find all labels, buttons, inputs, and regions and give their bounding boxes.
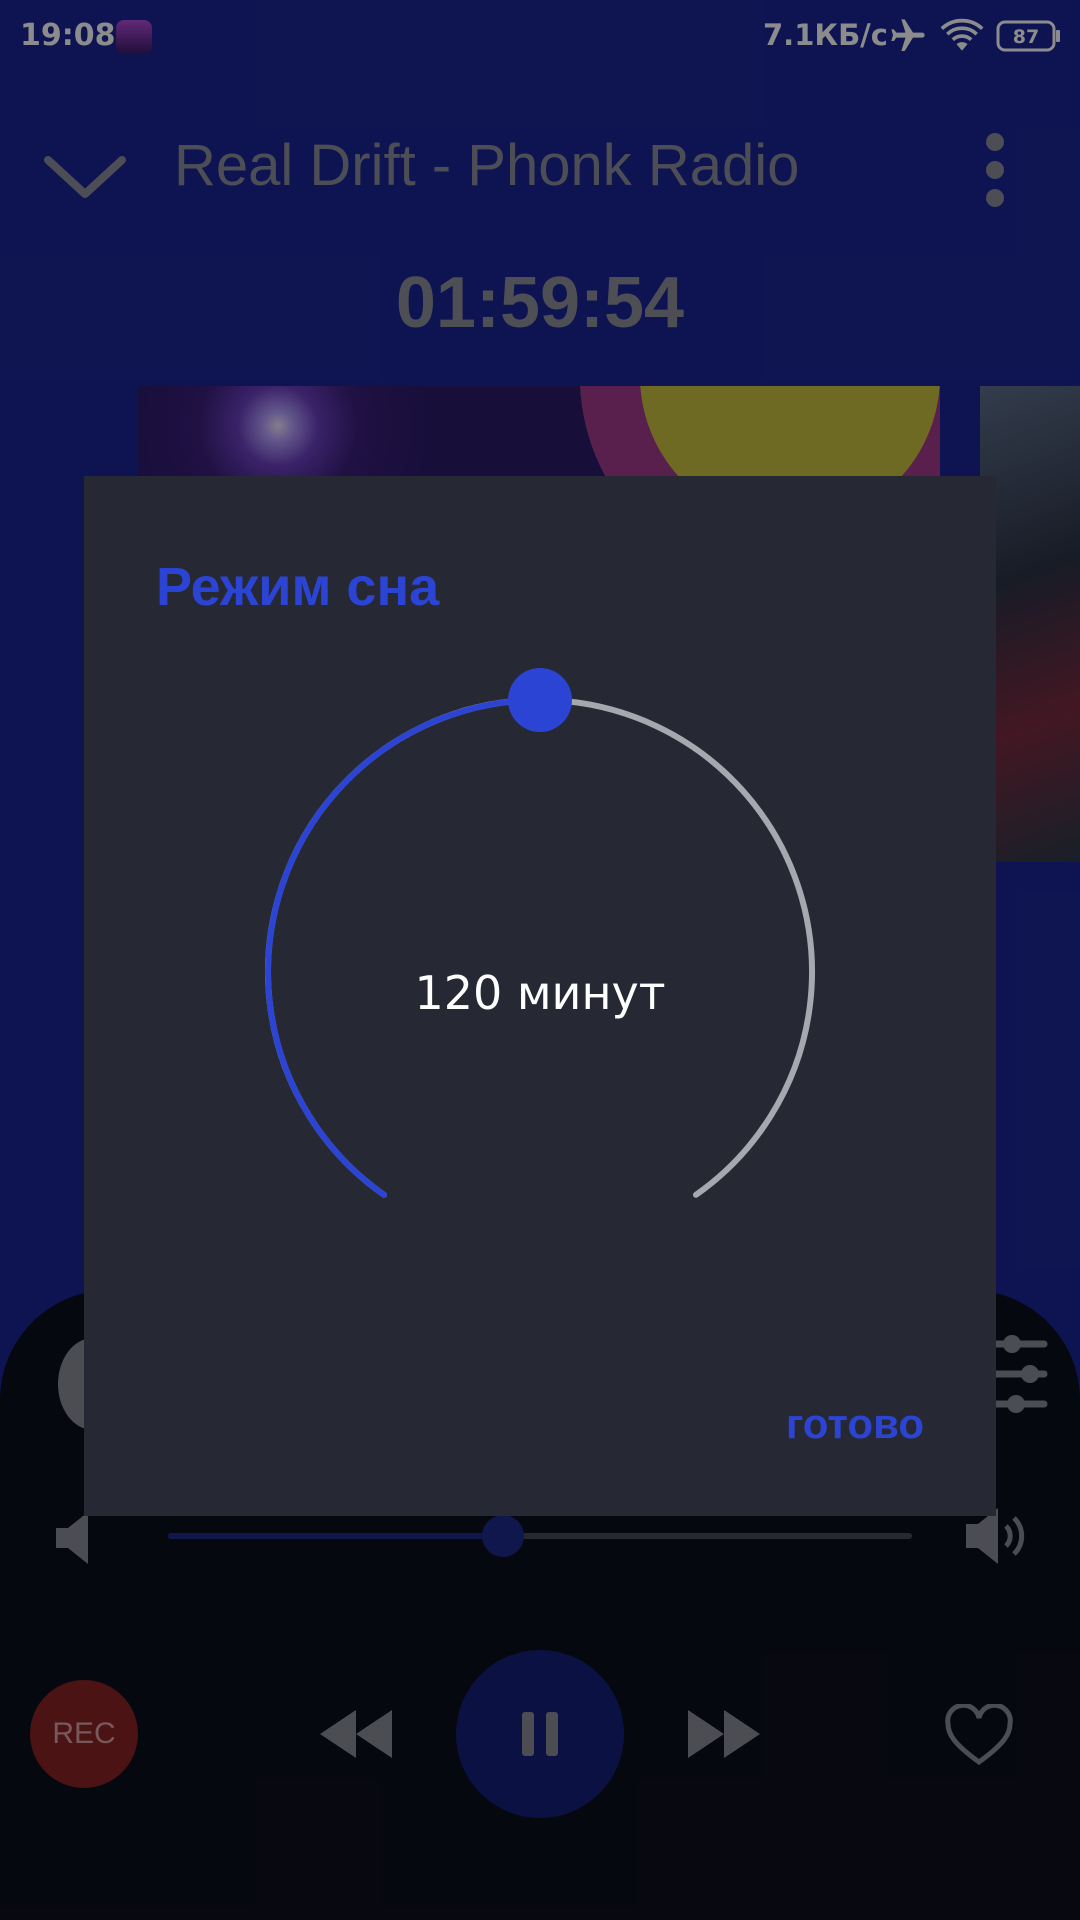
dial-progress xyxy=(265,697,543,1198)
dial-thumb[interactable] xyxy=(508,668,572,732)
sleep-timer-dialog: Режим сна 120 минут готово xyxy=(84,476,996,1516)
done-button[interactable]: готово xyxy=(786,1400,924,1448)
dial-value: 120 минут xyxy=(414,966,666,1020)
